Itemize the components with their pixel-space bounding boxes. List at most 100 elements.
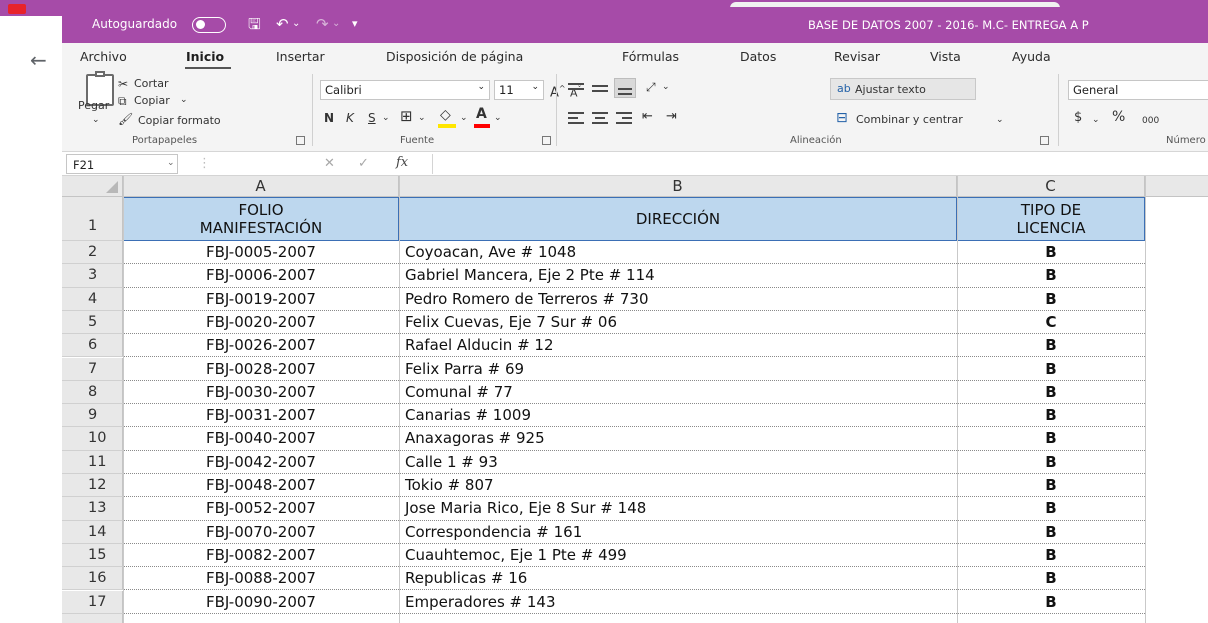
column-header-b[interactable]: B [399, 176, 957, 197]
cell-tipo[interactable]: C [957, 311, 1145, 335]
cell-tipo[interactable]: B [957, 497, 1145, 521]
orientation-dropdown-icon[interactable]: ⌄ [662, 79, 670, 95]
undo-dropdown-icon[interactable]: ⌄ [292, 14, 300, 34]
tab-revisar[interactable]: Revisar [834, 49, 880, 64]
align-bottom-icon[interactable] [614, 78, 636, 98]
cell-tipo[interactable]: B [957, 404, 1145, 428]
row-header[interactable]: 4 [62, 287, 123, 311]
cell-direccion[interactable] [399, 614, 957, 623]
orientation-icon[interactable]: ⤢ [646, 79, 656, 95]
decrease-indent-icon[interactable]: ⇤ [642, 109, 653, 125]
row-header[interactable]: 14 [62, 520, 123, 544]
align-top-icon[interactable] [568, 80, 586, 96]
insert-function-button[interactable]: fx [396, 155, 408, 170]
cell-tipo[interactable]: B [957, 451, 1145, 474]
row-header[interactable]: 15 [62, 543, 123, 568]
save-icon[interactable]: 🖫 [248, 14, 261, 34]
cell-tipo[interactable]: B [957, 381, 1145, 405]
tab-insertar[interactable]: Insertar [276, 49, 325, 64]
tab-vista[interactable]: Vista [930, 49, 961, 64]
copy-button[interactable]: Copiar [134, 93, 170, 109]
paste-dropdown-icon[interactable]: ⌄ [92, 112, 100, 128]
cell-direccion[interactable]: Felix Cuevas, Eje 7 Sur # 06 [399, 311, 957, 335]
fill-dropdown-icon[interactable]: ⌄ [460, 110, 468, 126]
cell-tipo[interactable]: B [957, 474, 1145, 498]
cell-tipo[interactable]: B [957, 288, 1145, 311]
cell-direccion[interactable]: Correspondencia # 161 [399, 521, 957, 544]
row-header[interactable]: 11 [62, 450, 123, 474]
align-right-icon[interactable] [616, 110, 634, 126]
cell-direccion[interactable]: Calle 1 # 93 [399, 451, 957, 474]
row-header[interactable]: 8 [62, 380, 123, 405]
cell-folio[interactable]: FBJ-0020-2007 [123, 311, 399, 335]
cell-folio[interactable]: FBJ-0031-2007 [123, 404, 399, 428]
undo-icon[interactable]: ↶ [276, 14, 289, 34]
cell-direccion[interactable]: Jose Maria Rico, Eje 8 Sur # 148 [399, 497, 957, 521]
cell-tipo[interactable]: B [957, 591, 1145, 614]
align-left-icon[interactable] [568, 110, 586, 126]
cell-folio[interactable]: FBJ-0070-2007 [123, 521, 399, 544]
name-box[interactable]: F21 ⌄ [66, 154, 178, 174]
format-painter-icon[interactable]: 🖌 [118, 111, 133, 127]
tab-ayuda[interactable]: Ayuda [1012, 49, 1051, 64]
tab-datos[interactable]: Datos [740, 49, 776, 64]
cell-direccion[interactable]: Emperadores # 143 [399, 591, 957, 614]
cell-folio[interactable]: FBJ-0052-2007 [123, 497, 399, 521]
cut-icon[interactable]: ✂ [118, 76, 128, 92]
currency-dropdown-icon[interactable]: ⌄ [1092, 112, 1100, 128]
row-header-1[interactable]: 1 [62, 197, 123, 241]
cell-direccion[interactable]: Rafael Alducin # 12 [399, 334, 957, 358]
number-format-dropdown[interactable]: General [1068, 80, 1208, 100]
row-header[interactable]: 17 [62, 590, 123, 614]
tab-inicio[interactable]: Inicio [186, 49, 224, 64]
cell-folio[interactable]: FBJ-0019-2007 [123, 288, 399, 311]
merge-center-icon[interactable]: ⊟ [836, 110, 848, 126]
copy-icon[interactable]: ⧉ [118, 93, 127, 109]
row-header[interactable]: 10 [62, 427, 123, 451]
tab-disposicion[interactable]: Disposición de página [386, 49, 523, 64]
fill-color-icon[interactable]: ◇ [440, 107, 451, 123]
cell-folio[interactable]: FBJ-0082-2007 [123, 544, 399, 568]
row-header[interactable]: 12 [62, 474, 123, 498]
back-arrow-icon[interactable]: ← [30, 50, 47, 70]
cell-tipo[interactable]: B [957, 241, 1145, 265]
header-cell-tipo[interactable]: TIPO DE LICENCIA [957, 197, 1145, 241]
font-color-dropdown-icon[interactable]: ⌄ [494, 110, 502, 126]
cell-folio[interactable]: FBJ-0006-2007 [123, 264, 399, 288]
row-header[interactable]: 3 [62, 264, 123, 288]
cell-tipo[interactable]: B [957, 544, 1145, 568]
autosave-toggle[interactable] [192, 17, 226, 33]
underline-dropdown-icon[interactable]: ⌄ [382, 110, 390, 126]
cell-direccion[interactable]: Gabriel Mancera, Eje 2 Pte # 114 [399, 264, 957, 288]
cell-direccion[interactable]: Coyoacan, Ave # 1048 [399, 241, 957, 265]
cell-folio[interactable]: FBJ-0040-2007 [123, 427, 399, 451]
borders-dropdown-icon[interactable]: ⌄ [418, 110, 426, 126]
font-launcher-icon[interactable] [542, 136, 551, 145]
cell-direccion[interactable]: Cuauhtemoc, Eje 1 Pte # 499 [399, 544, 957, 568]
cell-direccion[interactable]: Comunal # 77 [399, 381, 957, 405]
cell-tipo[interactable]: B [957, 521, 1145, 544]
customize-toolbar-icon[interactable]: ▾ [352, 14, 358, 34]
clipboard-launcher-icon[interactable] [296, 136, 305, 145]
bold-button[interactable]: N [324, 110, 334, 126]
column-header-d[interactable] [1145, 176, 1208, 197]
wrap-text-button[interactable]: ab Ajustar texto [830, 78, 976, 100]
cell-folio[interactable]: FBJ-0042-2007 [123, 451, 399, 474]
cell-direccion[interactable]: Tokio # 807 [399, 474, 957, 498]
merge-center-button[interactable]: Combinar y centrar [856, 112, 963, 128]
column-header-a[interactable]: A [123, 176, 399, 197]
youtube-icon[interactable] [8, 4, 26, 14]
font-name-dropdown[interactable]: Calibri ⌄ [320, 80, 490, 100]
cell-tipo[interactable]: B [957, 427, 1145, 451]
header-cell-direccion[interactable]: DIRECCIÓN [399, 197, 957, 241]
cell-folio[interactable] [123, 614, 399, 623]
cell-folio[interactable]: FBJ-0030-2007 [123, 381, 399, 405]
cell-tipo[interactable]: B [957, 334, 1145, 358]
cell-folio[interactable]: FBJ-0005-2007 [123, 241, 399, 265]
cell-direccion[interactable]: Republicas # 16 [399, 567, 957, 591]
cell-folio[interactable]: FBJ-0088-2007 [123, 567, 399, 591]
underline-button[interactable]: S [368, 110, 376, 126]
cut-button[interactable]: Cortar [134, 76, 169, 92]
copy-dropdown-icon[interactable]: ⌄ [180, 92, 188, 108]
cell-direccion[interactable]: Felix Parra # 69 [399, 358, 957, 381]
